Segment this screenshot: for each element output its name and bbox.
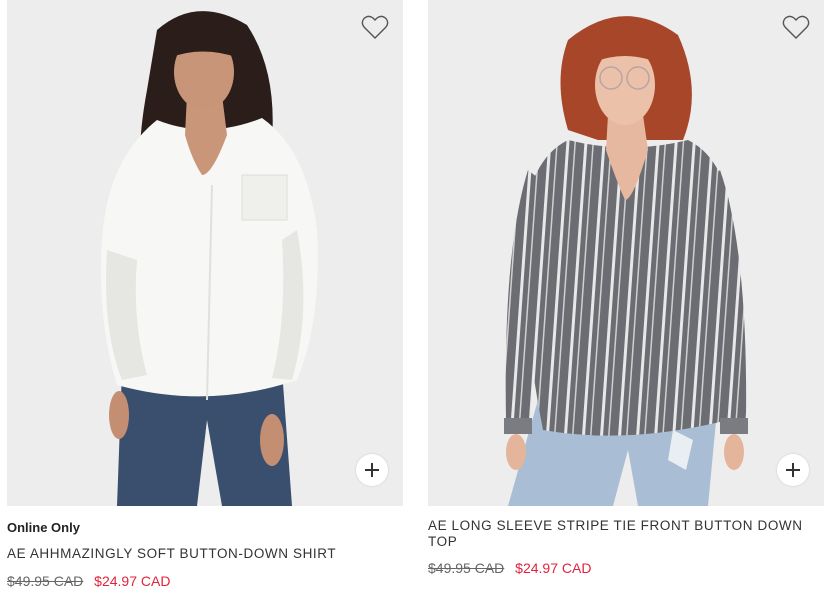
- product-image[interactable]: [428, 0, 824, 506]
- product-card[interactable]: AE LONG SLEEVE STRIPE TIE FRONT BUTTON D…: [428, 0, 824, 577]
- favorite-heart-icon[interactable]: [361, 14, 389, 40]
- quick-add-plus-icon[interactable]: [777, 454, 809, 486]
- sale-price: $24.97 CAD: [94, 573, 171, 589]
- product-image[interactable]: [7, 0, 403, 506]
- model-white-shirt-photo: [7, 0, 403, 506]
- favorite-heart-icon[interactable]: [782, 14, 810, 40]
- product-info: AE LONG SLEEVE STRIPE TIE FRONT BUTTON D…: [428, 506, 824, 577]
- list-price: $49.95 CAD: [7, 573, 84, 589]
- product-grid: Online Only AE AHHMAZINGLY SOFT BUTTON-D…: [0, 0, 832, 597]
- product-info: Online Only AE AHHMAZINGLY SOFT BUTTON-D…: [7, 506, 403, 590]
- quick-add-plus-icon[interactable]: [356, 454, 388, 486]
- list-price: $49.95 CAD: [428, 560, 505, 576]
- product-name-link[interactable]: AE LONG SLEEVE STRIPE TIE FRONT BUTTON D…: [428, 518, 808, 550]
- price-row: $49.95 CAD $24.97 CAD: [428, 559, 824, 577]
- model-striped-shirt-photo: [428, 0, 824, 506]
- product-name-link[interactable]: AE AHHMAZINGLY SOFT BUTTON-DOWN SHIRT: [7, 546, 403, 562]
- sale-price: $24.97 CAD: [515, 560, 592, 576]
- product-card[interactable]: Online Only AE AHHMAZINGLY SOFT BUTTON-D…: [7, 0, 403, 590]
- price-row: $49.95 CAD $24.97 CAD: [7, 572, 403, 590]
- online-only-badge: Online Only: [7, 520, 80, 535]
